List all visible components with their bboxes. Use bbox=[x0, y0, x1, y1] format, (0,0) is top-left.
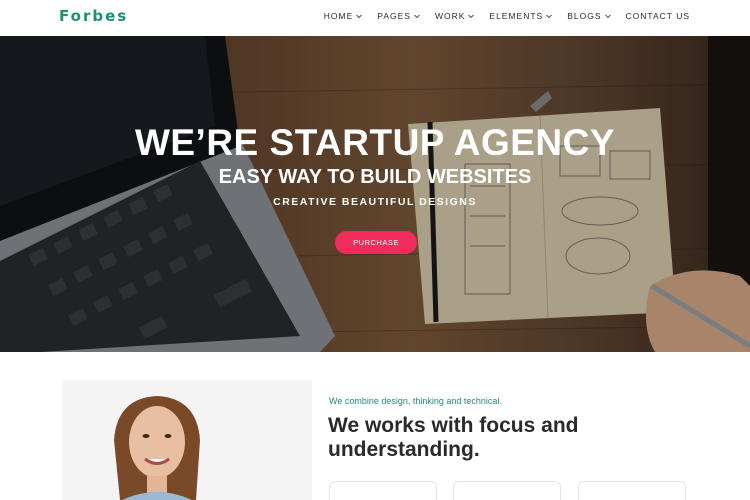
nav-item-pages[interactable]: PAGES bbox=[377, 11, 421, 21]
chevron-down-icon bbox=[414, 14, 420, 19]
hero-title: WE’RE STARTUP AGENCY bbox=[134, 122, 616, 163]
purchase-button[interactable]: PURCHASE bbox=[335, 231, 417, 254]
feature-card bbox=[329, 481, 437, 500]
chevron-down-icon bbox=[356, 14, 363, 19]
hero-subtitle: EASY WAY TO BUILD WEBSITES bbox=[218, 166, 532, 188]
nav-item-elements[interactable]: ELEMENTS bbox=[489, 11, 553, 21]
feature-card bbox=[578, 481, 686, 500]
nav-item-label: CONTACT US bbox=[625, 11, 690, 21]
chevron-down-icon bbox=[468, 14, 475, 19]
chevron-down-icon bbox=[546, 14, 553, 19]
hero-banner: WE’RE STARTUP AGENCY EASY WAY TO BUILD W… bbox=[0, 36, 750, 352]
nav-item-work[interactable]: WORK bbox=[435, 11, 475, 21]
nav-item-label: WORK bbox=[434, 11, 466, 21]
section-kicker: We combine design, thinking and technica… bbox=[329, 396, 502, 406]
section-heading: We works with focus and understanding. bbox=[328, 414, 579, 461]
nav-item-label: PAGES bbox=[377, 11, 411, 21]
navbar: Forbes HOME PAGES WORK ELEMENTS BLOGS CO… bbox=[0, 0, 750, 36]
team-member-photo bbox=[62, 380, 312, 500]
nav-item-blogs[interactable]: BLOGS bbox=[567, 11, 611, 21]
chevron-down-icon bbox=[604, 14, 611, 19]
hero-tagline: CREATIVE BEAUTIFUL DESIGNS bbox=[273, 196, 477, 208]
woman-portrait-image bbox=[62, 380, 312, 500]
main-menu: HOME PAGES WORK ELEMENTS BLOGS CONTACT U… bbox=[310, 0, 690, 32]
nav-item-label: BLOGS bbox=[567, 11, 602, 21]
nav-item-home[interactable]: HOME bbox=[324, 11, 364, 21]
nav-item-label: HOME bbox=[323, 11, 354, 21]
nav-item-contact-us[interactable]: CONTACT US bbox=[626, 11, 690, 21]
feature-card bbox=[453, 481, 561, 500]
nav-item-label: ELEMENTS bbox=[489, 11, 544, 21]
brand-logo[interactable]: Forbes bbox=[59, 7, 128, 25]
hero-overlay bbox=[0, 36, 750, 352]
